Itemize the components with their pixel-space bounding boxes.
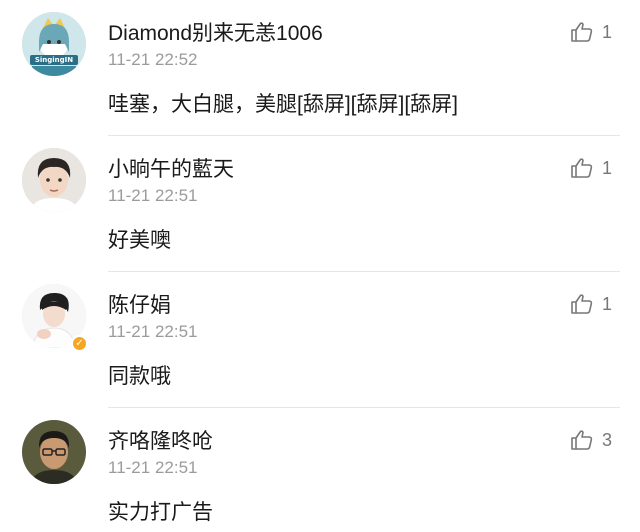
comment-item: 齐咯隆咚呛 11-21 22:51 实力打广告 3: [0, 408, 640, 532]
like-count: 1: [601, 157, 612, 178]
thumbs-up-icon: [571, 22, 593, 42]
avatar[interactable]: [22, 148, 86, 212]
avatar-young-man-icon: [22, 148, 86, 212]
comment-time: 11-21 22:51: [108, 186, 198, 205]
like-count: 3: [601, 429, 612, 450]
username[interactable]: 齐咯隆咚呛: [108, 425, 213, 455]
comment-text: 哇塞，大白腿，美腿[舔屏][舔屏][舔屏]: [108, 93, 459, 116]
avatar-anime-girl-icon: [22, 12, 86, 76]
comment-text: 好美噢: [108, 229, 171, 252]
avatar[interactable]: [22, 420, 86, 484]
avatar-logo-text: SingingIN: [34, 56, 74, 64]
like-button[interactable]: 1: [570, 156, 612, 180]
comment-item: 小晌午的藍天 11-21 22:51 好美噢 1: [0, 136, 640, 272]
comment-time: 11-21 22:51: [108, 458, 198, 477]
like-button[interactable]: 1: [570, 20, 612, 44]
avatar[interactable]: SingingIN: [22, 12, 86, 76]
username[interactable]: 小晌午的藍天: [108, 153, 234, 183]
like-button[interactable]: 1: [570, 292, 612, 316]
thumbs-up-icon: [571, 294, 593, 314]
thumbs-up-icon: [571, 158, 593, 178]
comment-text: 同款哦: [108, 365, 171, 388]
comment-list: SingingIN Diamond别来无恙1006 11-21 22:52 哇塞…: [0, 0, 640, 532]
thumbs-up-icon: [571, 430, 593, 450]
comment-item: SingingIN Diamond别来无恙1006 11-21 22:52 哇塞…: [0, 0, 640, 136]
comment-time: 11-21 22:52: [108, 50, 198, 69]
username[interactable]: Diamond别来无恙1006: [108, 17, 323, 47]
comment-text: 实力打广告: [108, 501, 213, 524]
comment-item: ✓ 陈仔娟 11-21 22:51 同款哦 1: [0, 272, 640, 408]
like-count: 1: [601, 293, 612, 314]
comment-time: 11-21 22:51: [108, 322, 198, 341]
verified-badge-icon: ✓: [71, 335, 88, 352]
username[interactable]: 陈仔娟: [108, 289, 171, 319]
avatar-glasses-man-icon: [22, 420, 86, 484]
like-count: 1: [601, 21, 612, 42]
like-button[interactable]: 3: [570, 428, 612, 452]
